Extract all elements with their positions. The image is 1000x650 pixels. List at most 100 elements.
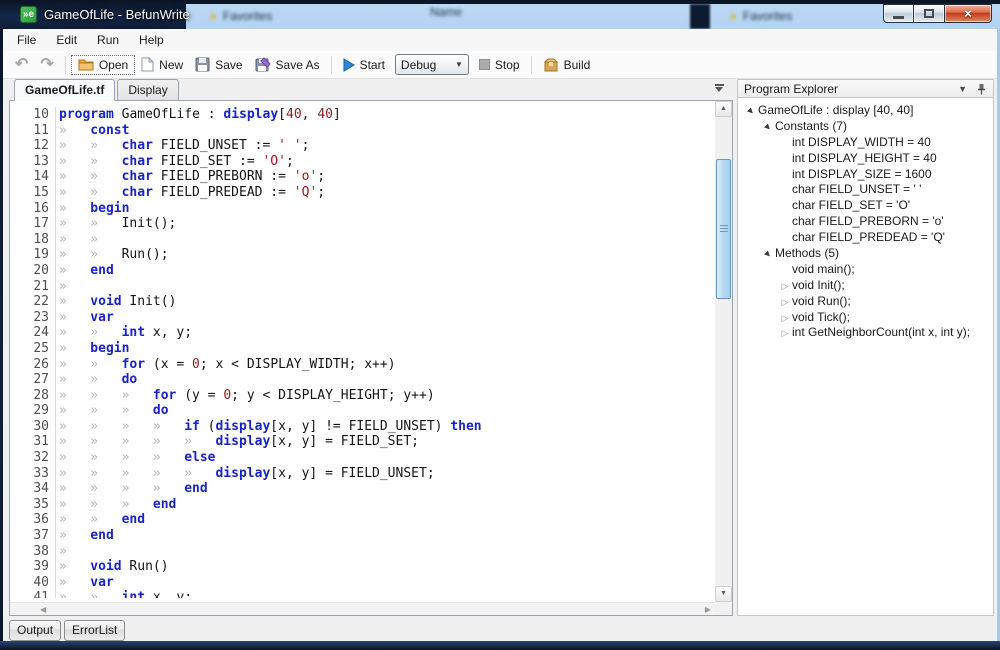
code-line[interactable]: 11»const [10,123,715,139]
code-line[interactable]: 25»begin [10,341,715,357]
tree-item[interactable]: int GetNeighborCount(int x, int y); [738,324,993,340]
code-line[interactable]: 27»»do [10,372,715,388]
tree-item[interactable]: int DISPLAY_WIDTH = 40 [738,134,993,150]
scroll-down-button[interactable]: ▼ [715,586,732,602]
code-line[interactable]: 23»var [10,310,715,326]
code-line[interactable]: 24»»int x, y; [10,325,715,341]
line-number: 27 [10,372,56,388]
tree-item[interactable]: void Init(); [738,277,993,293]
tree-item-label: void Init(); [792,278,845,292]
scroll-left-button[interactable]: ◀ [40,604,46,615]
menu-item-help[interactable]: Help [131,30,172,50]
code-line[interactable]: 39»void Run() [10,559,715,575]
vertical-scrollbar[interactable]: ▲ ▼ [715,101,732,602]
code-line[interactable]: 10program GameOfLife : display[40, 40] [10,107,715,123]
tree-item[interactable]: GameOfLife : display [40, 40] [738,102,993,118]
start-button[interactable]: Start [337,56,391,74]
code-line[interactable]: 38» [10,544,715,560]
expander-open-icon[interactable] [761,246,775,260]
code-text: »»»»»display[x, y] = FIELD_SET; [56,434,419,450]
maximize-button[interactable] [914,4,945,23]
code-line[interactable]: 31»»»»»display[x, y] = FIELD_SET; [10,434,715,450]
tree-item[interactable]: Methods (5) [738,245,993,261]
code-line[interactable]: 17»»Init(); [10,216,715,232]
close-button[interactable]: × [945,4,992,23]
code-text: »»»»end [56,481,208,497]
tab-gameoflife-tf[interactable]: GameOfLife.tf [14,79,115,101]
open-button[interactable]: Open [71,55,135,75]
menu-item-edit[interactable]: Edit [48,30,85,50]
tab-list-button[interactable] [713,84,725,92]
tree-item[interactable]: char FIELD_PREBORN = 'o' [738,213,993,229]
code-line[interactable]: 29»»»do [10,403,715,419]
menu-item-file[interactable]: File [9,30,44,50]
code-line[interactable]: 19»»Run(); [10,247,715,263]
menu-item-run[interactable]: Run [89,30,127,50]
code-line[interactable]: 26»»for (x = 0; x < DISPLAY_WIDTH; x++) [10,357,715,373]
code-line[interactable]: 14»»char FIELD_PREBORN := 'o'; [10,169,715,185]
tree-item[interactable]: void Run(); [738,293,993,309]
save-icon [195,57,210,72]
save-as-button[interactable]: Save As [249,55,326,74]
code-line[interactable]: 34»»»»end [10,481,715,497]
run-mode-select[interactable]: Debug ▼ [395,54,469,75]
code-text-area[interactable]: 10program GameOfLife : display[40, 40]11… [10,101,715,602]
tree-item[interactable]: Constants (7) [738,118,993,134]
scroll-right-button[interactable]: ▶ [705,604,711,615]
code-line[interactable]: 18»» [10,232,715,248]
line-number: 13 [10,154,56,170]
tree-item[interactable]: int DISPLAY_HEIGHT = 40 [738,150,993,166]
tree-item[interactable]: char FIELD_UNSET = ' ' [738,181,993,197]
tree-item[interactable]: char FIELD_SET = 'O' [738,197,993,213]
panel-menu-button[interactable]: ▼ [958,84,967,94]
horizontal-scrollbar[interactable]: ◀ ▶ [10,602,715,615]
code-line[interactable]: 30»»»»if (display[x, y] != FIELD_UNSET) … [10,419,715,435]
line-number: 39 [10,559,56,575]
code-line[interactable]: 13»»char FIELD_SET := 'O'; [10,154,715,170]
code-line[interactable]: 16»begin [10,201,715,217]
build-button[interactable]: Build [537,56,597,74]
undo-button[interactable]: ↶ [9,57,34,73]
window-controls: × [883,4,992,23]
minimize-button[interactable] [883,4,914,23]
redo-button[interactable]: ↷ [34,57,59,73]
tab-output[interactable]: Output [9,620,61,641]
editor-panel: GameOfLife.tf Display 10program GameOfLi… [9,79,733,616]
code-text: »»int x, y; [56,590,192,598]
tree-item[interactable]: void main(); [738,261,993,277]
expander-closed-icon[interactable] [778,325,792,339]
tree-item-label: int DISPLAY_WIDTH = 40 [792,135,931,149]
code-line[interactable]: 20»end [10,263,715,279]
code-line[interactable]: 35»»»end [10,497,715,513]
code-line[interactable]: 32»»»»else [10,450,715,466]
expander-open-icon[interactable] [761,119,775,133]
expander-closed-icon[interactable] [778,294,792,308]
tree-item[interactable]: void Tick(); [738,309,993,325]
new-button[interactable]: New [135,55,189,74]
save-button[interactable]: Save [189,55,248,74]
code-line[interactable]: 22»void Init() [10,294,715,310]
tree-item-label: GameOfLife : display [40, 40] [758,103,913,117]
scrollbar-thumb[interactable] [716,159,731,299]
expander-closed-icon[interactable] [778,278,792,292]
expander-closed-icon[interactable] [778,310,792,324]
pin-icon[interactable] [976,83,987,95]
code-line[interactable]: 40»var [10,575,715,591]
tree-item[interactable]: char FIELD_PREDEAD = 'Q' [738,229,993,245]
code-line[interactable]: 41»»int x, y; [10,590,715,598]
code-line[interactable]: 33»»»»»display[x, y] = FIELD_UNSET; [10,466,715,482]
tab-display[interactable]: Display [117,79,178,100]
expander-open-icon[interactable] [744,103,758,117]
title-bar: ★ Favorites Name ★ Favorites »e GameOfLi… [0,0,1000,29]
tab-errorlist[interactable]: ErrorList [64,620,125,641]
scroll-up-button[interactable]: ▲ [715,101,732,117]
code-line[interactable]: 21» [10,279,715,295]
code-line[interactable]: 15»»char FIELD_PREDEAD := 'Q'; [10,185,715,201]
stop-button[interactable]: Stop [473,56,526,74]
tree-item[interactable]: int DISPLAY_SIZE = 1600 [738,166,993,182]
code-line[interactable]: 28»»»for (y = 0; y < DISPLAY_HEIGHT; y++… [10,388,715,404]
line-number: 12 [10,138,56,154]
code-line[interactable]: 36»»end [10,512,715,528]
code-line[interactable]: 12»»char FIELD_UNSET := ' '; [10,138,715,154]
code-line[interactable]: 37»end [10,528,715,544]
